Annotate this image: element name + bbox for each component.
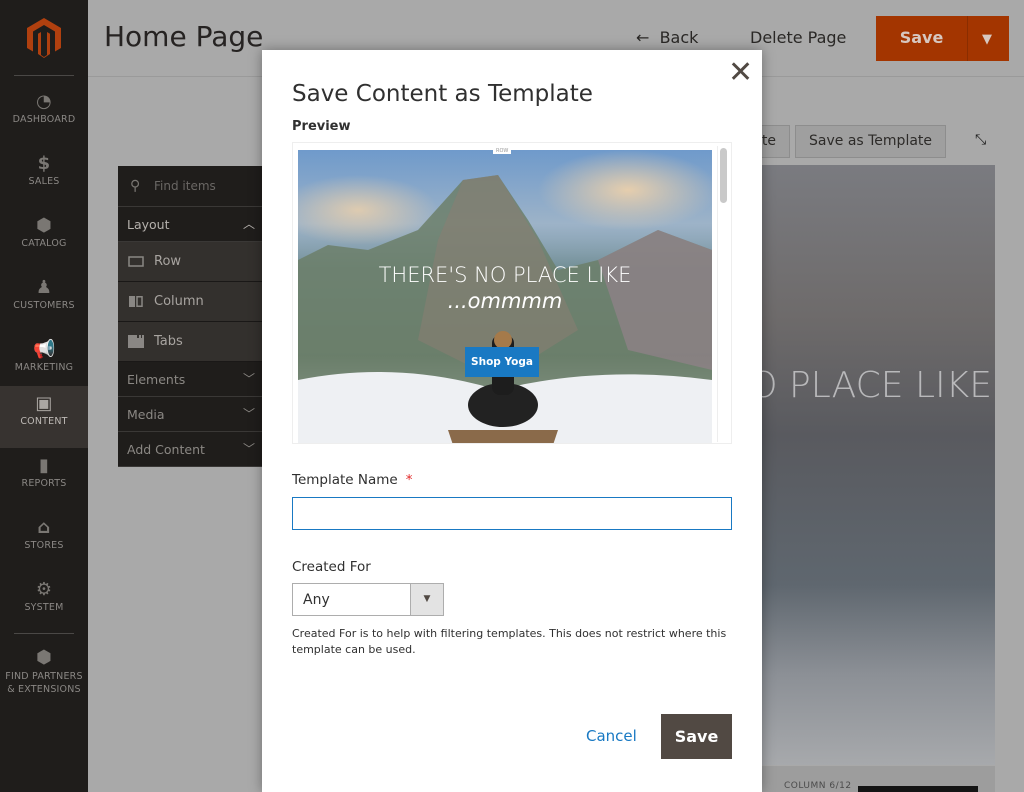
sidebar-item-label: DASHBOARD [12, 114, 76, 125]
admin-sidebar: ◔ DASHBOARD $ SALES ⬢ CATALOG ♟ CUSTOMERS 📢 MARKE… [0, 0, 88, 792]
template-name-label: Template Name * [292, 472, 413, 488]
sidebar-item-dashboard[interactable]: ◔ DASHBOARD [0, 84, 88, 146]
bar-chart-icon: ▮ [38, 455, 50, 476]
layout-item-column[interactable]: Column [118, 282, 263, 322]
preview-scrollbar[interactable] [717, 146, 727, 442]
page-title: Home Page [104, 20, 264, 53]
search-icon: ⚲ [130, 178, 141, 194]
sidebar-item-system[interactable]: ⚙ SYSTEM [0, 572, 88, 634]
stage-heading: THERE'S NO PLACE LIKE [762, 365, 992, 406]
back-button[interactable]: ← Back [636, 28, 698, 47]
sidebar-item-label: MARKETING [14, 362, 74, 373]
template-preview: ROW THERE'S NO PLACE LIKE ...ommmm Shop … [292, 142, 732, 444]
chevron-up-icon: ︿ [242, 217, 255, 231]
created-for-note: Created For is to help with filtering te… [292, 627, 727, 656]
save-as-template-button[interactable]: Save as Template [795, 125, 947, 158]
caret-down-icon: ▼ [410, 584, 443, 615]
preview-label: Preview [292, 119, 351, 134]
save-button[interactable]: Save [876, 28, 967, 47]
person-icon: ♟ [35, 277, 53, 298]
lego-brick-icon: ⬢ [36, 647, 52, 668]
section-add-content[interactable]: Add Content ﹀ [118, 432, 263, 467]
close-icon[interactable]: ✕ [728, 58, 753, 88]
sidebar-item-label: CUSTOMERS [13, 300, 75, 311]
megaphone-icon: 📢 [33, 339, 56, 360]
sidebar-item-label: SALES [28, 176, 60, 187]
save-template-button[interactable]: Save [661, 714, 732, 759]
column-icon [129, 296, 143, 307]
fullscreen-icon[interactable]: ⤡ [975, 132, 986, 148]
chevron-down-icon: ﹀ [242, 407, 255, 421]
sidebar-item-label: REPORTS [21, 478, 67, 489]
dollar-icon: $ [37, 153, 51, 174]
layout-icon: ▣ [35, 393, 53, 414]
gear-icon: ⚙ [35, 579, 53, 600]
section-media[interactable]: Media ﹀ [118, 397, 263, 432]
layout-item-row[interactable]: Row [118, 242, 263, 282]
content-panel: ⚲ Find items Layout ︿ Row Column Tabs Elem… [118, 166, 263, 467]
store-icon: ⌂ [37, 517, 51, 538]
delete-page-button[interactable]: Delete Page [750, 28, 846, 47]
chevron-down-icon: ﹀ [242, 372, 255, 386]
row-tag: ROW [493, 148, 512, 154]
section-layout[interactable]: Layout ︿ [118, 207, 263, 242]
sidebar-item-label: STORES [24, 540, 64, 551]
template-name-input[interactable] [292, 497, 732, 530]
box-icon: ⬢ [36, 215, 52, 236]
required-mark: * [405, 472, 413, 488]
arrow-left-icon: ← [636, 28, 650, 47]
save-split-button: Save ▼ [876, 16, 1009, 61]
save-template-modal: ✕ Save Content as Template Preview ROW T… [262, 50, 762, 792]
sidebar-item-label: CATALOG [21, 238, 67, 249]
sidebar-item-catalog[interactable]: ⬢ CATALOG [0, 208, 88, 270]
cancel-button[interactable]: Cancel [586, 727, 637, 745]
caret-down-icon[interactable]: ▼ [982, 32, 992, 47]
sidebar-item-content[interactable]: ▣ CONTENT [0, 386, 88, 448]
sidebar-item-reports[interactable]: ▮ REPORTS [0, 448, 88, 510]
column-label: COLUMN 6/12 [784, 781, 852, 791]
created-for-select[interactable]: Any ▼ [292, 583, 444, 616]
row-icon [128, 256, 144, 267]
find-items-input[interactable]: ⚲ Find items [118, 166, 263, 207]
sidebar-item-label: SYSTEM [24, 602, 64, 613]
preview-subheading: ...ommmm [447, 289, 563, 313]
sidebar-item-customers[interactable]: ♟ CUSTOMERS [0, 270, 88, 332]
sidebar-item-find[interactable]: ⬢ FIND PARTNERS & EXTENSIONS [0, 640, 88, 702]
chevron-down-icon: ﹀ [242, 442, 255, 456]
sidebar-item-marketing[interactable]: 📢 MARKETING [0, 332, 88, 394]
sidebar-item-label: CONTENT [20, 416, 68, 427]
sidebar-item-label: FIND PARTNERS & EXTENSIONS [5, 671, 83, 695]
dashboard-icon: ◔ [36, 91, 52, 112]
magento-logo[interactable] [27, 18, 61, 58]
created-for-label: Created For [292, 559, 371, 575]
sidebar-item-sales[interactable]: $ SALES [0, 146, 88, 208]
sidebar-item-stores[interactable]: ⌂ STORES [0, 510, 88, 572]
layout-item-tabs[interactable]: Tabs [118, 322, 263, 362]
modal-title: Save Content as Template [292, 81, 593, 107]
stage-preview: THERE'S NO PLACE LIKE [762, 165, 995, 765]
preview-heading: THERE'S NO PLACE LIKE [378, 263, 632, 287]
section-elements[interactable]: Elements ﹀ [118, 362, 263, 397]
scrollbar-thumb[interactable] [720, 148, 727, 203]
shop-yoga-button: Shop Yoga [465, 347, 539, 377]
tabs-icon [128, 335, 144, 348]
